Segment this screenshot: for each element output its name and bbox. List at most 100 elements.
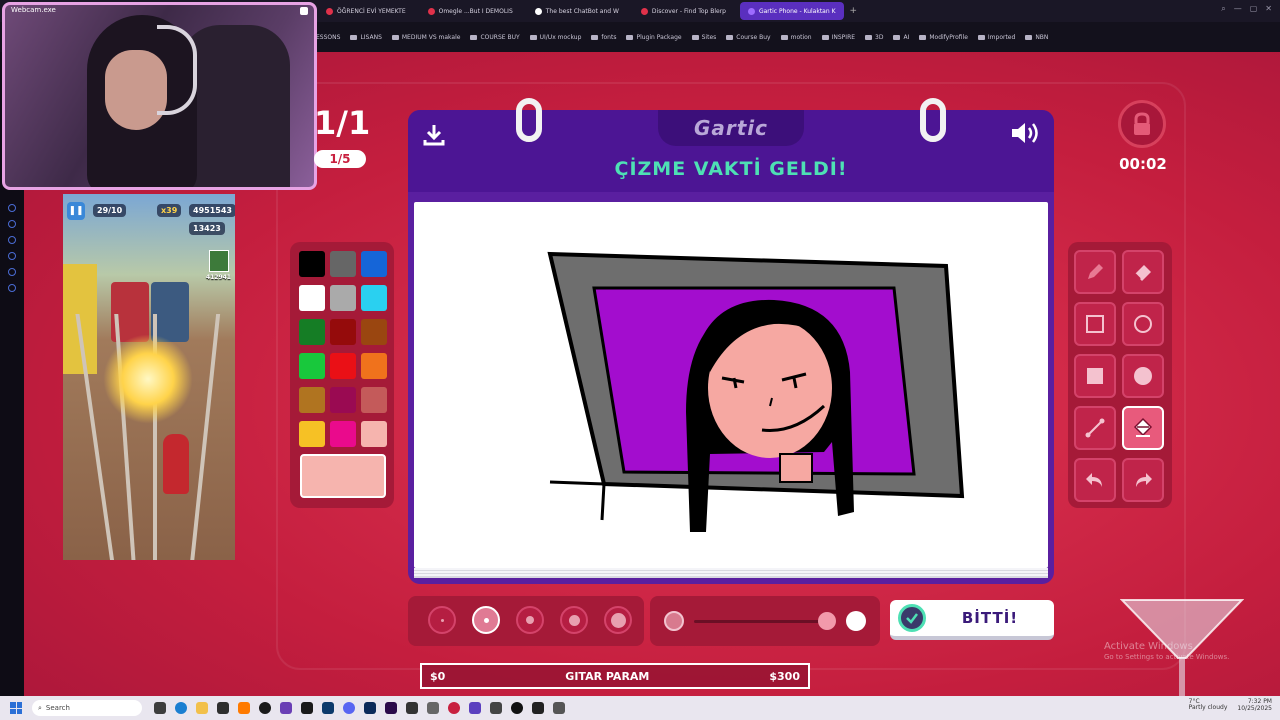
bookmark[interactable]: ModifyProfile [919,34,968,41]
bookmark[interactable]: UI/Ux mockup [529,34,581,41]
app-icon[interactable] [217,702,229,714]
color-swatch[interactable] [330,251,356,277]
bookmark[interactable]: Imported [977,34,1015,41]
app-icon[interactable] [427,702,439,714]
pause-icon[interactable]: ❚❚ [67,202,85,220]
sidebar-icon[interactable] [8,204,16,212]
discord-icon[interactable] [343,702,355,714]
eraser-tool[interactable] [1122,250,1164,294]
color-swatch[interactable] [299,285,325,311]
premiere-icon[interactable] [385,702,397,714]
brush-size-2[interactable] [472,606,500,634]
taskbar-search[interactable]: ⌕ Search [32,700,142,716]
rectangle-outline-tool[interactable] [1074,302,1116,346]
weather-widget[interactable]: 7°C Partly cloudy [1189,698,1228,712]
app-icon[interactable] [490,702,502,714]
redo-tool[interactable] [1122,458,1164,502]
browser-tab[interactable]: The best ChatBot and W [527,2,627,20]
ellipse-outline-tool[interactable] [1122,302,1164,346]
obs-icon[interactable] [511,702,523,714]
undo-tool[interactable] [1074,458,1116,502]
fill-bucket-tool[interactable] [1122,406,1164,450]
bookmark[interactable]: ESSONS [316,34,340,41]
browser-tab[interactable]: Omegle ...But I DEMOLIS [420,2,521,20]
color-swatch[interactable] [330,353,356,379]
file-explorer-icon[interactable] [196,702,208,714]
browser-tab-active[interactable]: Gartic Phone - Kulaktan K [739,2,844,20]
line-tool[interactable] [1074,406,1116,450]
drawing-canvas[interactable] [414,202,1048,568]
sidebar-icon[interactable] [8,268,16,276]
task-view-icon[interactable] [154,702,166,714]
maximize-icon[interactable]: ▢ [1250,4,1258,14]
app-icon[interactable] [469,702,481,714]
browser-icon[interactable] [259,702,271,714]
close-icon[interactable] [300,7,308,15]
color-swatch[interactable] [361,319,387,345]
system-tray: 7°C Partly cloudy 7:32 PM 10/25/2025 [1189,698,1272,712]
done-button[interactable]: BİTTİ! [890,600,1054,640]
app-icon[interactable] [406,702,418,714]
app-icon[interactable] [301,702,313,714]
bookmark[interactable]: NBN [1025,34,1048,41]
bookmark[interactable]: AI [893,34,909,41]
sidebar-icon[interactable] [8,220,16,228]
close-icon[interactable]: ✕ [1265,4,1272,14]
color-swatch[interactable] [361,387,387,413]
color-swatch[interactable] [299,353,325,379]
sidebar-icon[interactable] [8,284,16,292]
bookmark[interactable]: fonts [591,34,616,41]
brush-size-3[interactable] [516,606,544,634]
color-swatch[interactable] [330,319,356,345]
app-icon[interactable] [532,702,544,714]
color-swatch[interactable] [299,251,325,277]
bookmark[interactable]: Course Buy [726,34,771,41]
sidebar-icon[interactable] [8,252,16,260]
new-tab-button[interactable]: + [850,6,858,16]
bookmark[interactable]: MEDIUM VS makale [391,34,460,41]
color-swatch[interactable] [299,319,325,345]
color-swatch[interactable] [299,421,325,447]
color-swatch[interactable] [330,421,356,447]
brush-size-4[interactable] [560,606,588,634]
opacity-slider[interactable] [650,596,880,646]
windows-start-icon[interactable] [10,702,22,714]
browser-tab[interactable]: Discover - Find Top Blerp [633,2,734,20]
app-icon[interactable] [280,702,292,714]
bookmark[interactable]: motion [780,34,812,41]
color-swatch[interactable] [361,353,387,379]
slider-track[interactable] [694,620,828,623]
color-swatch[interactable] [299,387,325,413]
photoshop-icon[interactable] [322,702,334,714]
bookmark[interactable]: Plugin Package [626,34,682,41]
clock[interactable]: 7:32 PM 10/25/2025 [1237,698,1272,712]
search-icon[interactable]: ⌕ [1221,4,1225,14]
bookmark[interactable]: INSPIRE [821,34,855,41]
bookmark[interactable]: COURSE BUY [470,34,520,41]
brush-size-1[interactable] [428,606,456,634]
pencil-tool[interactable] [1074,250,1116,294]
download-icon[interactable] [422,122,446,146]
bookmark[interactable]: 3D [865,34,883,41]
color-swatch[interactable] [330,285,356,311]
brush-size-5[interactable] [604,606,632,634]
app-icon[interactable] [553,702,565,714]
sidebar-icon[interactable] [8,236,16,244]
minimize-icon[interactable]: — [1234,4,1242,14]
color-swatch[interactable] [330,387,356,413]
bookmark[interactable]: LISANS [350,34,382,41]
ellipse-fill-tool[interactable] [1122,354,1164,398]
bookmark[interactable]: Sites [691,34,716,41]
rectangle-fill-tool[interactable] [1074,354,1116,398]
color-swatch[interactable] [361,421,387,447]
after-effects-icon[interactable] [364,702,376,714]
edge-icon[interactable] [175,702,187,714]
browser-tab[interactable]: ÖĞRENCİ EVİ YEMEKTE [318,2,414,20]
lock-button[interactable] [1118,100,1166,148]
color-swatch[interactable] [361,251,387,277]
volume-icon[interactable] [1010,120,1042,146]
app-icon[interactable] [448,702,460,714]
color-swatch[interactable] [361,285,387,311]
illustrator-icon[interactable] [238,702,250,714]
slider-handle[interactable] [818,612,836,630]
